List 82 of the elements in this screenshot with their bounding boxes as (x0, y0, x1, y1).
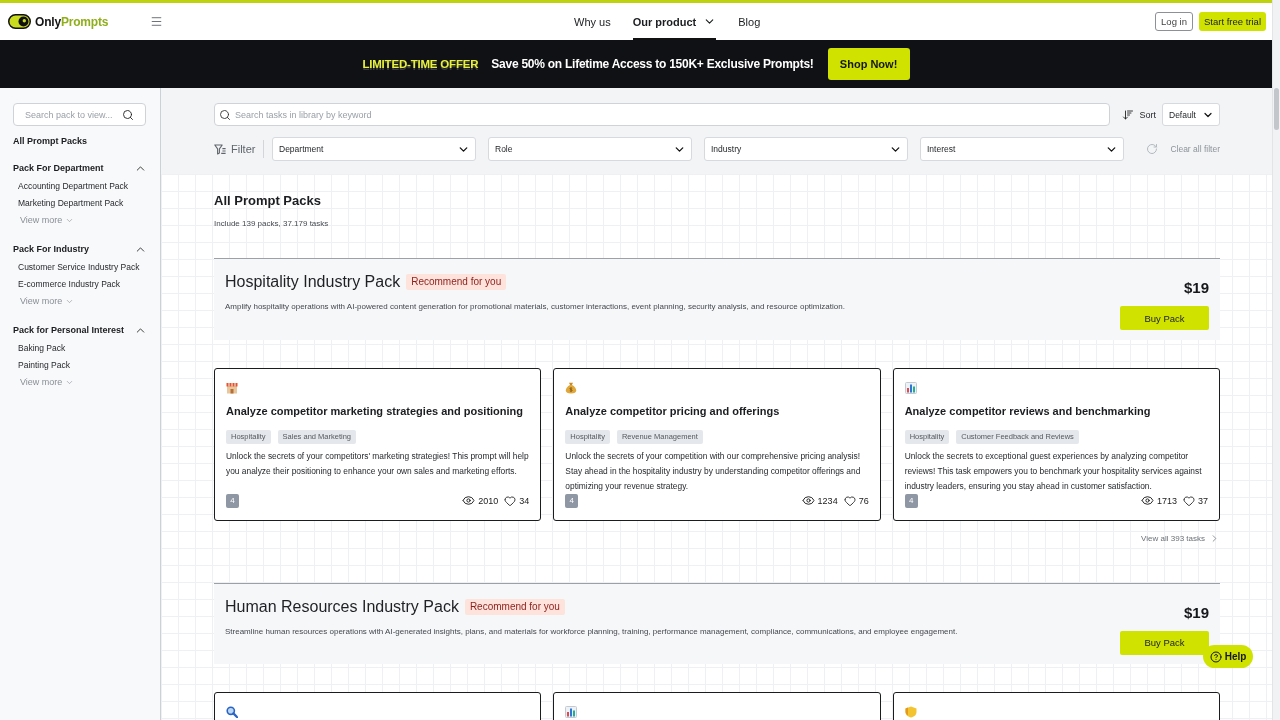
task-description: Unlock the secrets to exceptional guest experiences by analyzing competitor reviews! This task empowers you to benchmark your hospitality services against industry leaders, ensuring you stay ahead in customer satisfaction. (904, 449, 1203, 493)
search-icon (122, 108, 134, 121)
sidebar-item[interactable]: E-commerce Industry Pack (13, 276, 121, 293)
chevron-down-icon (65, 216, 75, 225)
count-badge: 4 (226, 493, 239, 508)
view-all-link[interactable]: View all 393 tasks (1141, 531, 1220, 546)
filter-select[interactable]: Industry (704, 137, 908, 161)
sidebar-item[interactable]: All Prompt Packs (13, 135, 147, 147)
chevron-down-icon (65, 378, 75, 387)
offer-label: LIMITED-TIME OFFER (362, 58, 479, 70)
pack-title: Human Resources Industry Pack (225, 596, 459, 617)
heart-icon[interactable] (1183, 494, 1195, 507)
count-badge: 4 (904, 493, 918, 508)
bar-chart-icon (565, 706, 578, 718)
pack-title: Hospitality Industry Pack (225, 272, 401, 292)
logo-text[interactable]: OnlyPrompts (35, 14, 109, 29)
scrollbar-thumb[interactable] (1274, 88, 1279, 130)
recommend-tag: Recommend for you (406, 274, 507, 290)
chevron-down-icon (65, 297, 75, 306)
task-description: Unlock the secrets of your competition with our comprehensive pricing analysis! Stay ahead in the hospitality industry by understanding competitor offerings and optimizing your revenue strategy. (565, 449, 862, 493)
shop-now-button[interactable]: Shop Now! (827, 48, 910, 80)
sidebar-item[interactable]: Customer Service Industry Pack (13, 259, 140, 276)
promo-text: Save 50% on Lifetime Access to 150K+ Exclusive Prompts! (491, 57, 814, 71)
login-button[interactable]: Log in (1155, 12, 1193, 31)
help-button[interactable]: Help (1203, 645, 1253, 668)
like-count: 34 (519, 495, 530, 506)
bar-chart-icon (904, 381, 917, 394)
group-title: Pack For Department (13, 163, 104, 173)
pack-summary: Include 139 packs, 37.179 tasks (214, 219, 330, 229)
eye-icon (1140, 494, 1154, 507)
sidebar-item[interactable]: Painting Pack (13, 357, 70, 374)
task-description: Unlock the secrets of your competitors' marketing strategies! This prompt will help you analyze their positioning to enhance your own sales and marketing efforts. (226, 449, 530, 478)
task-card[interactable] (214, 367, 542, 521)
view-count: 1713 (1156, 495, 1177, 506)
filter-label: Filter (231, 143, 256, 155)
logo-icon (8, 14, 31, 29)
task-title: Analyze competitor reviews and benchmarking (904, 403, 1151, 418)
task-search-field[interactable]: Search tasks in library by keyword (214, 103, 1111, 126)
sort-select[interactable]: Default (1162, 103, 1220, 126)
count-badge: 4 (565, 493, 579, 508)
task-title: Analyze competitor pricing and offerings (565, 403, 780, 418)
filter-select[interactable]: Department (272, 137, 476, 161)
sidebar-item[interactable]: Accounting Department Pack (13, 178, 129, 195)
magnifier-icon (226, 706, 238, 718)
sort-icon[interactable] (1122, 108, 1135, 121)
task-card[interactable] (553, 367, 881, 521)
filter-icon (214, 143, 226, 155)
page-title: All Prompt Packs (214, 193, 322, 209)
heart-icon[interactable] (504, 494, 517, 507)
pack-search-field[interactable]: Search pack to view... (13, 103, 146, 126)
price-label: $19 (1183, 279, 1209, 297)
task-card[interactable] (892, 367, 1220, 521)
pack-description: Amplify hospitality operations with AI-powered content generation for promotional materials, customer interactions, event planning, security analysis, and resource optimization. (225, 302, 845, 312)
like-count: 37 (1198, 495, 1208, 506)
help-icon (1209, 650, 1222, 663)
eye-icon (462, 494, 476, 507)
shield-icon (904, 706, 917, 718)
view-count: 2010 (478, 495, 499, 506)
sidebar-item[interactable]: Marketing Department Pack (13, 195, 124, 212)
nav-link[interactable]: Blog (738, 3, 761, 40)
pack-description: Streamline human resources operations with AI-generated insights, plans, and materials for workforce planning, training, performance management, compliance, communications, and employee engagement. (225, 626, 958, 637)
shop-icon (226, 381, 238, 394)
buy-pack-button[interactable]: Buy Pack (1120, 630, 1209, 655)
heart-icon[interactable] (843, 494, 856, 507)
like-count: 76 (858, 495, 869, 506)
nav-link[interactable]: Why us (574, 3, 611, 40)
buy-pack-button[interactable]: Buy Pack (1120, 306, 1209, 330)
filter-select[interactable]: Interest (920, 137, 1124, 161)
free-trial-button[interactable]: Start free trial (1198, 12, 1266, 31)
price-label: $19 (1183, 603, 1209, 622)
menu-icon[interactable] (150, 15, 163, 28)
sidebar-item[interactable]: Baking Pack (13, 340, 66, 357)
recommend-tag: Recommend for you (464, 598, 565, 615)
search-icon (219, 108, 231, 121)
view-count: 1234 (817, 495, 838, 506)
group-title: Pack For Industry (13, 244, 90, 254)
filter-select[interactable]: Role (488, 137, 692, 161)
group-title: Pack for Personal Interest (13, 325, 125, 335)
sort-label: Sort (1139, 109, 1156, 120)
task-title: Analyze competitor marketing strategies and positioning (226, 403, 524, 418)
money-bag-icon (565, 381, 578, 394)
eye-icon (801, 494, 815, 507)
